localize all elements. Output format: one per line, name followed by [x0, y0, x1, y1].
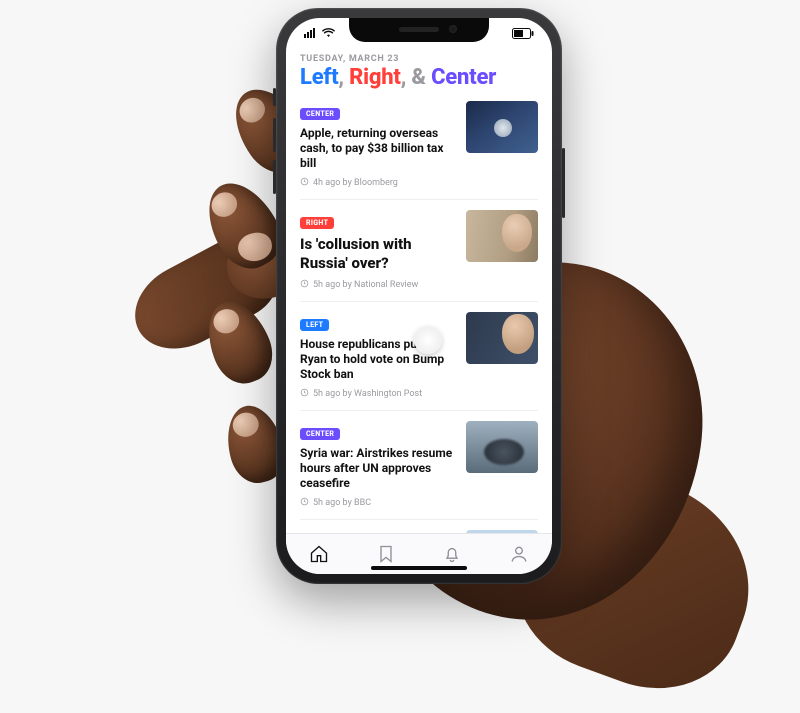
tab-bookmarks[interactable]	[375, 543, 397, 565]
home-indicator[interactable]	[371, 566, 467, 570]
article-row[interactable]: RIGHT Is 'collusion with Russia' over? 5h …	[300, 199, 538, 301]
tab-profile[interactable]	[508, 543, 530, 565]
bias-badge: LEFT	[300, 319, 329, 331]
article-row[interactable]: LEFTA list of the companies cutting ties…	[300, 519, 538, 534]
clock-icon	[300, 177, 309, 189]
power-button[interactable]	[562, 148, 565, 218]
article-meta: 5h ago by BBC	[300, 497, 456, 509]
article-meta: 5h ago by Washington Post	[300, 388, 456, 400]
article-row[interactable]: CENTER Apple, returning overseas cash, to…	[300, 99, 538, 199]
article-headline: Apple, returning overseas cash, to pay $…	[300, 126, 456, 171]
app-title: Left, Right, & Center	[300, 66, 538, 89]
article-meta: 4h ago by Bloomberg	[300, 177, 456, 189]
feed-content[interactable]: TUESDAY, MARCH 23 Left, Right, & Center …	[286, 50, 552, 534]
bookmark-icon	[376, 544, 396, 564]
volume-down-button[interactable]	[273, 160, 276, 194]
tab-home[interactable]	[308, 543, 330, 565]
title-left: Left	[300, 65, 338, 90]
clock-icon	[300, 388, 309, 400]
article-headline: Is 'collusion with Russia' over?	[300, 235, 456, 273]
article-headline: House republicans push Ryan to hold vote…	[300, 337, 456, 382]
bell-icon	[442, 544, 462, 564]
bias-badge: CENTER	[300, 108, 340, 120]
notch	[349, 18, 489, 42]
phone-screen: TUESDAY, MARCH 23 Left, Right, & Center …	[286, 18, 552, 574]
article-row[interactable]: CENTER Syria war: Airstrikes resume hours…	[300, 410, 538, 519]
article-headline: Syria war: Airstrikes resume hours after…	[300, 446, 456, 491]
article-thumbnail	[466, 421, 538, 473]
article-list: CENTER Apple, returning overseas cash, to…	[300, 99, 538, 534]
clock-icon	[300, 497, 309, 509]
header-date: TUESDAY, MARCH 23	[300, 54, 538, 64]
clock-icon	[300, 279, 309, 291]
cellular-signal-icon	[304, 28, 318, 38]
title-right: Right	[349, 65, 401, 90]
article-thumbnail	[466, 312, 538, 364]
battery-icon	[512, 28, 534, 39]
phone-frame: TUESDAY, MARCH 23 Left, Right, & Center …	[276, 8, 562, 584]
bias-badge: RIGHT	[300, 217, 334, 229]
bias-badge: CENTER	[300, 428, 340, 440]
tab-alerts[interactable]	[441, 543, 463, 565]
profile-icon	[509, 544, 529, 564]
title-ampersand: &	[411, 65, 431, 90]
mute-switch[interactable]	[273, 88, 276, 106]
wifi-icon	[322, 28, 335, 38]
article-meta: 5h ago by National Review	[300, 279, 456, 291]
title-center: Center	[431, 65, 496, 90]
article-thumbnail	[466, 210, 538, 262]
article-row[interactable]: LEFT House republicans push Ryan to hold …	[300, 301, 538, 410]
home-icon	[309, 544, 329, 564]
article-thumbnail	[466, 101, 538, 153]
volume-up-button[interactable]	[273, 118, 276, 152]
